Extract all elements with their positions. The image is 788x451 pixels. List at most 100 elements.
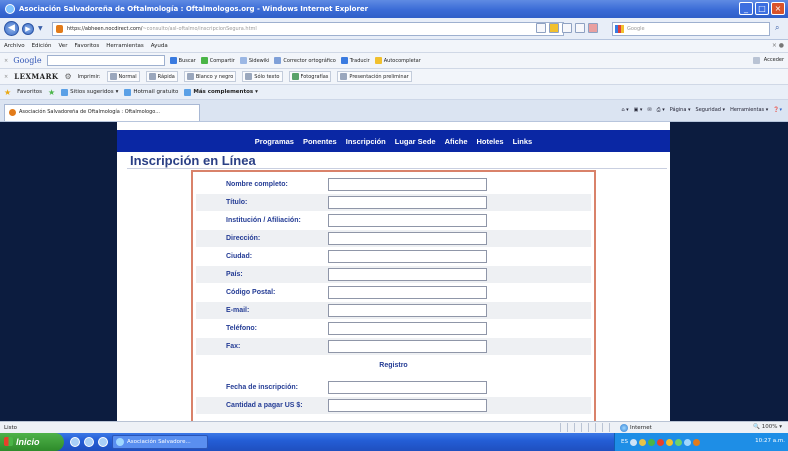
tab-current[interactable]: Asociación Salvadoreña de Oftalmología :… <box>4 104 200 121</box>
start-label: Inicio <box>16 437 40 447</box>
google-share-button[interactable]: Compartir <box>200 57 235 64</box>
security-zone[interactable]: Internet <box>620 424 652 432</box>
maximize-button[interactable]: □ <box>755 2 769 15</box>
feeds-icon[interactable]: ▣ ▾ <box>634 107 643 113</box>
tray-icon[interactable] <box>629 438 637 446</box>
start-button[interactable]: Inicio <box>0 433 64 451</box>
print-text-button[interactable]: Sólo texto <box>242 71 283 82</box>
sidewiki-button[interactable]: Sidewiki <box>239 57 269 64</box>
print-fast-button[interactable]: Rápida <box>145 71 178 82</box>
google-icon <box>169 57 177 64</box>
more-addons-link[interactable]: Más complementos ▾ <box>184 88 258 96</box>
translate-button[interactable]: Traducir <box>340 57 370 64</box>
photo-icon <box>291 73 299 80</box>
favorites-button[interactable]: Favoritos <box>17 89 42 95</box>
ie-quicklaunch-icon[interactable] <box>70 437 80 447</box>
suggested-sites-link[interactable]: Sitios sugeridos ▾ <box>61 88 118 96</box>
print-preview-button[interactable]: Presentación preliminar <box>337 71 412 82</box>
close-toolbar-icon[interactable]: × <box>4 58 8 64</box>
minimize-button[interactable]: _ <box>739 2 753 15</box>
favorites-star-icon[interactable]: ★ <box>4 88 11 97</box>
autofill-button[interactable]: Autocompletar <box>374 57 421 64</box>
recent-pages-icon[interactable]: ▼ <box>38 25 43 32</box>
windows-flag-icon <box>4 437 13 446</box>
lexmark-settings-icon[interactable]: ⚙ <box>64 72 71 81</box>
direccion-input[interactable] <box>328 232 487 245</box>
nav-links[interactable]: Links <box>513 137 533 146</box>
print-bw-label: Blanco y negro <box>195 73 234 80</box>
tools-menu[interactable]: Herramientas ▾ <box>730 107 768 113</box>
toolbar-close-icon[interactable]: × ● <box>772 42 784 49</box>
tray-icon[interactable] <box>692 438 700 446</box>
menu-favoritos[interactable]: Favoritos <box>74 43 99 49</box>
site-favicon-icon <box>9 109 16 116</box>
security-menu[interactable]: Seguridad ▾ <box>696 107 726 113</box>
mail-icon[interactable]: ✉ <box>647 107 651 113</box>
home-icon[interactable]: ⌂ ▾ <box>621 107 628 113</box>
menu-ver[interactable]: Ver <box>58 43 67 49</box>
menu-archivo[interactable]: Archivo <box>4 43 25 49</box>
compatibility-icon[interactable] <box>562 23 572 33</box>
ciudad-input[interactable] <box>328 250 487 263</box>
menu-edicion[interactable]: Edición <box>32 43 52 49</box>
print-normal-button[interactable]: Normal <box>106 71 140 82</box>
nav-ponentes[interactable]: Ponentes <box>303 137 337 146</box>
security-report-icon[interactable] <box>549 23 559 33</box>
close-button[interactable]: × <box>771 2 785 15</box>
spellcheck-button[interactable]: Corrector ortográfico <box>274 57 336 64</box>
print-photos-button[interactable]: Fotografías <box>288 71 332 82</box>
clock: 10:27 a.m. <box>755 438 785 444</box>
dropdown-icon[interactable] <box>536 23 546 33</box>
refresh-icon[interactable] <box>575 23 585 33</box>
cantidad-input[interactable] <box>328 399 487 412</box>
media-quicklaunch-icon[interactable] <box>98 437 108 447</box>
institucion-input[interactable] <box>328 214 487 227</box>
nav-hoteles[interactable]: Hoteles <box>477 137 504 146</box>
explorer-quicklaunch-icon[interactable] <box>84 437 94 447</box>
lexmark-toolbar: × LEXMARK ⚙ Imprimir: Normal Rápida Blan… <box>0 69 788 85</box>
document-icon <box>245 73 253 80</box>
menu-herramientas[interactable]: Herramientas <box>106 43 143 49</box>
fecha-input[interactable] <box>328 381 487 394</box>
nombre-input[interactable] <box>328 178 487 191</box>
add-favorite-icon[interactable]: ★ <box>48 88 55 97</box>
address-input[interactable]: https://abheen.nocdirect.com/~consulto/a… <box>52 22 564 36</box>
nav-afiche[interactable]: Afiche <box>445 137 468 146</box>
language-indicator[interactable]: ES <box>621 439 628 445</box>
fax-input[interactable] <box>328 340 487 353</box>
help-icon[interactable]: ❓▾ <box>773 107 782 113</box>
tray-icon[interactable] <box>665 438 673 446</box>
hotmail-link[interactable]: Hotmail gratuito <box>124 88 178 96</box>
titulo-input[interactable] <box>328 196 487 209</box>
forward-button[interactable]: ▶ <box>22 23 34 35</box>
email-input[interactable] <box>328 304 487 317</box>
tray-icon[interactable] <box>656 438 664 446</box>
codigo-postal-input[interactable] <box>328 286 487 299</box>
print-bw-button[interactable]: Blanco y negro <box>183 71 237 82</box>
pais-input[interactable] <box>328 268 487 281</box>
tray-icon[interactable] <box>674 438 682 446</box>
stop-icon[interactable] <box>588 23 598 33</box>
google-search-button[interactable]: Buscar <box>169 57 196 64</box>
tray-icon[interactable] <box>638 438 646 446</box>
nav-inscripcion[interactable]: Inscripción <box>346 137 386 146</box>
page-menu[interactable]: Página ▾ <box>670 107 691 113</box>
zone-label: Internet <box>630 425 652 431</box>
zoom-control[interactable]: 🔍 100% ▾ <box>753 424 782 430</box>
tray-icon[interactable] <box>647 438 655 446</box>
nav-programas[interactable]: Programas <box>255 137 294 146</box>
tray-icon[interactable] <box>683 438 691 446</box>
command-bar: ⌂ ▾ ▣ ▾ ✉ ⎙ ▾ Página ▾ Seguridad ▾ Herra… <box>621 107 782 113</box>
menu-ayuda[interactable]: Ayuda <box>151 43 168 49</box>
telefono-input[interactable] <box>328 322 487 335</box>
back-button[interactable]: ◀ <box>4 21 19 36</box>
spellcheck-label: Corrector ortográfico <box>283 57 336 64</box>
print-icon[interactable]: ⎙ ▾ <box>657 107 665 113</box>
google-signin[interactable]: Acceder <box>752 57 784 64</box>
taskbar-window-button[interactable]: Asociación Salvadore... <box>112 435 208 449</box>
search-icon[interactable]: ⌕ <box>775 23 779 33</box>
google-search-field[interactable] <box>46 55 165 66</box>
nav-lugar-sede[interactable]: Lugar Sede <box>395 137 436 146</box>
search-input[interactable]: Google <box>612 22 770 36</box>
close-lexmark-icon[interactable]: × <box>4 74 8 80</box>
